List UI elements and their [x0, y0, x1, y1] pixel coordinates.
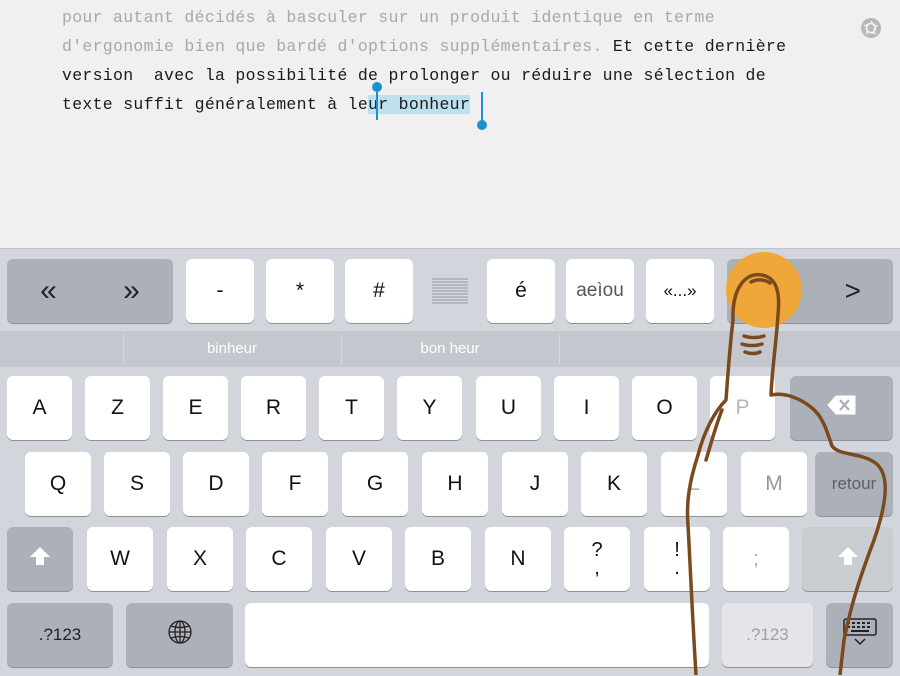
quotes-key[interactable]: «...» [646, 259, 714, 323]
shift-left-key[interactable] [7, 527, 73, 591]
space-bar[interactable] [245, 603, 709, 667]
key-u[interactable]: U [476, 376, 541, 440]
dismiss-keyboard-key[interactable] [826, 603, 893, 667]
key-s[interactable]: S [104, 452, 170, 516]
key-question-comma[interactable]: ?, [564, 527, 630, 591]
chevron-right-icon: > [844, 275, 861, 306]
key-p[interactable]: P [710, 376, 775, 440]
selection-start-handle[interactable] [376, 88, 378, 120]
key-g[interactable]: G [342, 452, 408, 516]
text-line-2-dark: Et cette dernière [602, 37, 787, 56]
key-n[interactable]: N [485, 527, 551, 591]
shift-arrow-icon [837, 545, 859, 573]
key-r[interactable]: R [241, 376, 306, 440]
key-x[interactable]: X [167, 527, 233, 591]
key-d[interactable]: D [183, 452, 249, 516]
cursor-nav-group: « » [7, 259, 173, 323]
text-line-4: texte suffit généralement à leur bonheur [62, 95, 471, 115]
text-line-2-faded: d'ergonomie bien que bardé d'options sup… [62, 37, 603, 56]
toolbar-drag-grip-icon[interactable] [428, 277, 472, 305]
asterisk-key[interactable]: * [266, 259, 334, 323]
shift-arrow-icon [29, 545, 51, 573]
globe-key[interactable] [126, 603, 233, 667]
shift-right-key[interactable] [802, 527, 893, 591]
key-semicolon[interactable]: ; [723, 527, 789, 591]
key-i[interactable]: I [554, 376, 619, 440]
key-a[interactable]: A [7, 376, 72, 440]
dash-key[interactable]: - [186, 259, 254, 323]
suggestion-bon-heur[interactable]: bon heur [341, 331, 559, 367]
key-t[interactable]: T [319, 376, 384, 440]
text-line-1: pour autant décidés à basculer sur un pr… [62, 8, 715, 27]
key-y[interactable]: Y [397, 376, 462, 440]
key-h[interactable]: H [422, 452, 488, 516]
selection-start-handle-knob[interactable] [372, 82, 382, 92]
key-comma-bottom: , [594, 557, 600, 579]
key-period-bottom: . [674, 557, 680, 579]
key-l[interactable]: L [661, 452, 727, 516]
text-line-4-before: texte suffit généralement à le [62, 95, 369, 114]
delete-key[interactable] [790, 376, 893, 440]
key-j[interactable]: J [502, 452, 568, 516]
key-q[interactable]: Q [25, 452, 91, 516]
return-key[interactable]: retour [815, 452, 893, 516]
globe-icon [167, 619, 193, 651]
key-w[interactable]: W [87, 527, 153, 591]
aperture-icon[interactable] [861, 18, 881, 38]
selection-end-handle-knob[interactable] [477, 120, 487, 130]
numbers-left-key[interactable]: .?123 [7, 603, 113, 667]
hash-key[interactable]: # [345, 259, 413, 323]
accents-key[interactable]: aeìou [566, 259, 634, 323]
keyboard: « » - * # é aeìou «...» > binheur bon he… [0, 248, 900, 676]
key-z[interactable]: Z [85, 376, 150, 440]
text-editor[interactable]: pour autant décidés à basculer sur un pr… [0, 0, 900, 248]
key-v[interactable]: V [326, 527, 392, 591]
key-c[interactable]: C [246, 527, 312, 591]
e-acute-key[interactable]: é [487, 259, 555, 323]
selected-text[interactable]: ur bonheur [368, 95, 471, 114]
next-word-button[interactable]: » [123, 274, 140, 308]
suggestion-empty[interactable] [559, 331, 777, 367]
keyboard-hide-icon [842, 617, 878, 653]
key-m[interactable]: M [741, 452, 807, 516]
previous-word-button[interactable]: « [40, 274, 57, 308]
key-b[interactable]: B [405, 527, 471, 591]
cursor-right-button[interactable]: > [727, 259, 893, 323]
key-semicolon-bottom: ; [753, 548, 759, 570]
key-e[interactable]: E [163, 376, 228, 440]
numbers-right-key[interactable]: .?123 [722, 603, 813, 667]
suggestion-bar: binheur bon heur [0, 331, 900, 367]
key-f[interactable]: F [262, 452, 328, 516]
backspace-icon [826, 395, 857, 421]
text-line-2: d'ergonomie bien que bardé d'options sup… [62, 37, 786, 57]
suggestion-binheur[interactable]: binheur [123, 331, 341, 367]
key-k[interactable]: K [581, 452, 647, 516]
key-exclaim-period[interactable]: !. [644, 527, 710, 591]
text-line-3: version avec la possibilité de prolonger… [62, 66, 766, 85]
key-o[interactable]: O [632, 376, 697, 440]
